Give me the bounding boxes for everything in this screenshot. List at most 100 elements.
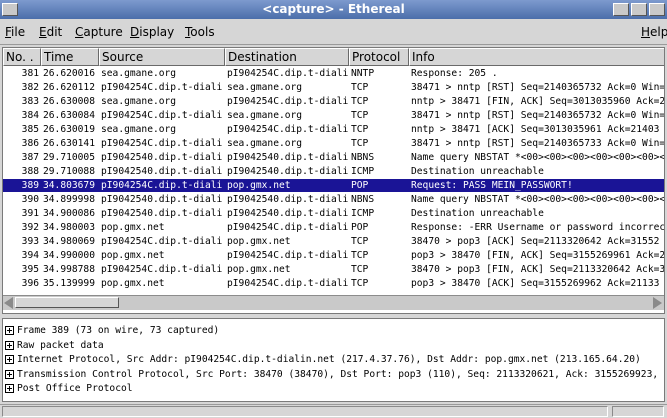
packet-row[interactable]: 389 34.803679 pI904254C.dip.t-diali pop.gmx… <box>3 179 664 192</box>
packet-time: 35.139999 <box>43 278 95 289</box>
packet-row[interactable]: 394 34.990000 pop.gmx.net pI904254C.dip.t-d… <box>3 249 664 262</box>
packet-time: 26.630008 <box>43 96 95 107</box>
minimize-button[interactable] <box>613 3 629 16</box>
column-header-info[interactable]: Info <box>409 48 664 66</box>
menu-capture[interactable]: Capture <box>75 25 123 39</box>
packet-source: pI904254C.dip.t-diali <box>101 82 223 93</box>
packet-row[interactable]: 384 26.630084 pI904254C.dip.t-diali sea.gma… <box>3 109 664 122</box>
packet-row[interactable]: 390 34.899998 pI9042540.dip.t-diali pI90425… <box>3 193 664 206</box>
status-extra <box>612 406 664 417</box>
packet-protocol: POP <box>351 180 369 191</box>
packet-time: 26.630141 <box>43 138 95 149</box>
maximize-button[interactable] <box>631 3 647 16</box>
expand-plus-icon[interactable] <box>5 340 14 350</box>
packet-row[interactable]: 396 35.139999 pop.gmx.net pI904254C.dip.t-d… <box>3 277 664 290</box>
packet-row[interactable]: 383 26.630008 sea.gmane.org pI904254C.dip.t… <box>3 95 664 108</box>
packet-info: pop3 > 38470 [ACK] Seq=3155269962 Ack=21… <box>411 278 660 289</box>
close-button[interactable] <box>649 3 665 16</box>
packet-info: 38471 > nntp [RST] Seq=2140365732 Ack=0 … <box>411 110 665 121</box>
title-bar: <capture> - Ethereal <box>0 0 667 19</box>
packet-destination: pop.gmx.net <box>227 264 291 275</box>
scroll-right-arrow-icon[interactable] <box>653 297 662 309</box>
packet-source: pop.gmx.net <box>101 222 165 233</box>
detail-tree-label: Frame 389 (73 on wire, 73 captured) <box>17 325 220 336</box>
packet-time: 29.710005 <box>43 152 95 163</box>
packet-source: pI904254C.dip.t-diali <box>101 264 223 275</box>
packet-time: 34.900086 <box>43 208 95 219</box>
packet-protocol: TCP <box>351 82 369 93</box>
packet-destination: pI904254C.dip.t-diali <box>227 222 348 233</box>
packet-protocol: ICMP <box>351 166 375 177</box>
packet-no: 389 <box>21 180 39 191</box>
menu-display[interactable]: Display <box>130 25 174 39</box>
packet-row[interactable]: 393 34.980069 pI904254C.dip.t-diali pop.gmx… <box>3 235 664 248</box>
packet-protocol: TCP <box>351 236 369 247</box>
column-header-protocol[interactable]: Protocol <box>349 48 409 66</box>
column-header-time[interactable]: Time <box>41 48 99 66</box>
packet-row[interactable]: 386 26.630141 pI904254C.dip.t-diali sea.gma… <box>3 137 664 150</box>
packet-destination: sea.gmane.org <box>227 110 303 121</box>
packet-info: 38470 > pop3 [FIN, ACK] Seq=2113320642 A… <box>411 264 665 275</box>
packet-row[interactable]: 382 26.620112 pI904254C.dip.t-diali sea.gma… <box>3 81 664 94</box>
packet-source: pI9042540.dip.t-diali <box>101 208 223 219</box>
expand-plus-icon[interactable] <box>5 326 14 335</box>
packet-row[interactable]: 387 29.710005 pI9042540.dip.t-diali pI90425… <box>3 151 664 164</box>
packet-info: Destination unreachable <box>411 166 544 177</box>
packet-info: Destination unreachable <box>411 208 544 219</box>
menu-help[interactable]: Help <box>641 25 667 39</box>
expand-plus-icon[interactable] <box>5 355 14 364</box>
detail-tree-label: Transmission Control Protocol, Src Port:… <box>17 368 665 380</box>
packet-source: pI904254C.dip.t-diali <box>101 236 223 247</box>
packet-time: 26.630084 <box>43 110 95 121</box>
window-menu-button[interactable] <box>2 3 18 16</box>
packet-source: pI904254C.dip.t-diali <box>101 138 223 149</box>
scrollbar-thumb[interactable] <box>15 297 119 308</box>
expand-plus-icon[interactable] <box>5 384 14 393</box>
packet-row[interactable]: 395 34.998788 pI904254C.dip.t-diali pop.gmx… <box>3 263 664 276</box>
packet-no: 383 <box>21 96 39 107</box>
packet-row[interactable]: 388 29.710088 pI9042540.dip.t-diali pI90425… <box>3 165 664 178</box>
menu-tools[interactable]: Tools <box>185 25 215 39</box>
packet-source: sea.gmane.org <box>101 96 177 107</box>
column-header-no[interactable]: No. . <box>3 48 41 66</box>
packet-row[interactable]: 381 26.620016 sea.gmane.org pI904254C.dip.t… <box>3 67 664 80</box>
menu-bar: File Edit Capture Display Tools Help <box>0 19 667 45</box>
expand-plus-icon[interactable] <box>5 369 14 379</box>
packet-no: 382 <box>21 82 39 93</box>
window-title: <capture> - Ethereal <box>262 2 405 16</box>
packet-protocol: NBNS <box>351 152 375 163</box>
packet-row[interactable]: 391 34.900086 pI9042540.dip.t-diali pI90425… <box>3 207 664 220</box>
packet-destination: pI904254C.dip.t-diali <box>227 96 348 107</box>
packet-destination: pI9042540.dip.t-diali <box>227 194 348 205</box>
menu-file[interactable]: File <box>5 25 25 39</box>
packet-source: sea.gmane.org <box>101 124 177 135</box>
column-header-source[interactable]: Source <box>99 48 225 66</box>
packet-destination: pI904254C.dip.t-diali <box>227 278 348 289</box>
packet-protocol: TCP <box>351 138 369 149</box>
packet-row[interactable]: 385 26.630019 sea.gmane.org pI904254C.dip.t… <box>3 123 664 136</box>
packet-list-horizontal-scrollbar[interactable] <box>3 295 664 310</box>
packet-info: Request: PASS MEIN_PASSWORT! <box>411 180 573 191</box>
packet-info: nntp > 38471 [FIN, ACK] Seq=3013035960 A… <box>411 96 665 107</box>
packet-protocol: TCP <box>351 96 369 107</box>
menu-edit[interactable]: Edit <box>39 25 62 39</box>
packet-info: 38470 > pop3 [ACK] Seq=2113320642 Ack=31… <box>411 236 660 247</box>
packet-time: 34.998788 <box>43 264 95 275</box>
packet-no: 390 <box>21 194 39 205</box>
packet-destination: pI9042540.dip.t-diali <box>227 208 348 219</box>
packet-time: 26.620016 <box>43 68 95 79</box>
packet-row[interactable]: 392 34.980003 pop.gmx.net pI904254C.dip.t-d… <box>3 221 664 234</box>
packet-no: 396 <box>21 278 39 289</box>
packet-source: pI9042540.dip.t-diali <box>101 152 223 163</box>
detail-tree-label: Internet Protocol, Src Addr: pI904254C.d… <box>17 354 641 365</box>
packet-protocol: TCP <box>351 124 369 135</box>
scroll-left-arrow-icon[interactable] <box>4 297 13 309</box>
packet-protocol: NNTP <box>351 68 375 79</box>
packet-time: 34.899998 <box>43 194 95 205</box>
packet-source: pI9042540.dip.t-diali <box>101 194 223 205</box>
column-header-destination[interactable]: Destination <box>225 48 349 66</box>
packet-protocol: TCP <box>351 278 369 289</box>
packet-info: Name query NBSTAT *<00><00><00><00><00><… <box>411 152 665 163</box>
packet-no: 395 <box>21 264 39 275</box>
packet-protocol: ICMP <box>351 208 375 219</box>
